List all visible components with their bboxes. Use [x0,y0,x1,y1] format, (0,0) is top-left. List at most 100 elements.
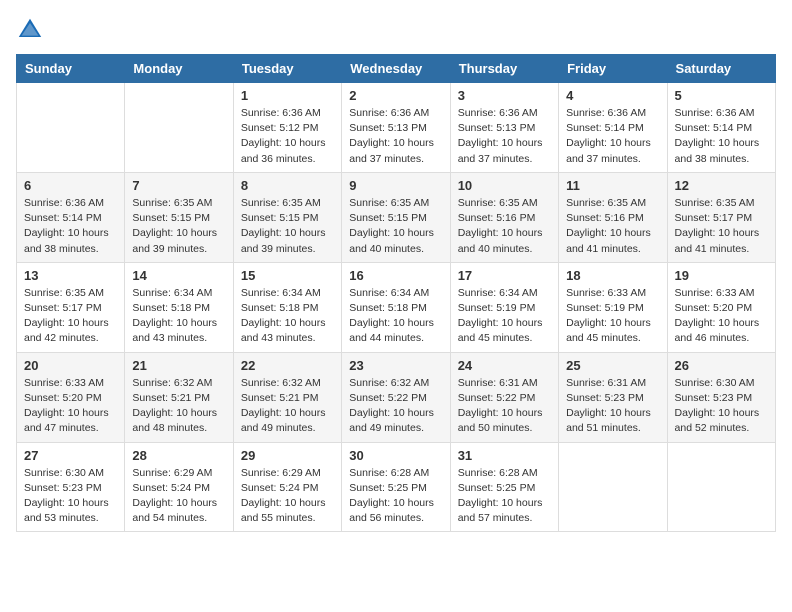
day-info: Sunrise: 6:32 AM Sunset: 5:22 PM Dayligh… [349,376,442,437]
calendar-week-row: 1 Sunrise: 6:36 AM Sunset: 5:12 PM Daylig… [17,83,776,173]
day-info: Sunrise: 6:36 AM Sunset: 5:14 PM Dayligh… [675,106,768,167]
day-number: 23 [349,358,442,373]
day-info: Sunrise: 6:32 AM Sunset: 5:21 PM Dayligh… [241,376,334,437]
calendar-cell: 21 Sunrise: 6:32 AM Sunset: 5:21 PM Dayli… [125,352,233,442]
day-number: 25 [566,358,659,373]
day-info: Sunrise: 6:36 AM Sunset: 5:14 PM Dayligh… [566,106,659,167]
day-info: Sunrise: 6:30 AM Sunset: 5:23 PM Dayligh… [24,466,117,527]
calendar-cell: 23 Sunrise: 6:32 AM Sunset: 5:22 PM Dayli… [342,352,450,442]
calendar-week-row: 27 Sunrise: 6:30 AM Sunset: 5:23 PM Dayli… [17,442,776,532]
weekday-header: Friday [559,55,667,83]
day-number: 6 [24,178,117,193]
calendar-cell: 5 Sunrise: 6:36 AM Sunset: 5:14 PM Daylig… [667,83,775,173]
calendar-header-row: SundayMondayTuesdayWednesdayThursdayFrid… [17,55,776,83]
day-number: 18 [566,268,659,283]
calendar-cell: 20 Sunrise: 6:33 AM Sunset: 5:20 PM Dayli… [17,352,125,442]
calendar-cell: 3 Sunrise: 6:36 AM Sunset: 5:13 PM Daylig… [450,83,558,173]
day-info: Sunrise: 6:36 AM Sunset: 5:13 PM Dayligh… [349,106,442,167]
day-number: 16 [349,268,442,283]
day-info: Sunrise: 6:33 AM Sunset: 5:20 PM Dayligh… [24,376,117,437]
day-number: 22 [241,358,334,373]
day-info: Sunrise: 6:35 AM Sunset: 5:16 PM Dayligh… [566,196,659,257]
day-info: Sunrise: 6:29 AM Sunset: 5:24 PM Dayligh… [132,466,225,527]
day-number: 5 [675,88,768,103]
calendar-cell: 15 Sunrise: 6:34 AM Sunset: 5:18 PM Dayli… [233,262,341,352]
calendar-cell: 4 Sunrise: 6:36 AM Sunset: 5:14 PM Daylig… [559,83,667,173]
logo [16,16,48,44]
day-info: Sunrise: 6:35 AM Sunset: 5:16 PM Dayligh… [458,196,551,257]
weekday-header: Tuesday [233,55,341,83]
calendar-cell: 17 Sunrise: 6:34 AM Sunset: 5:19 PM Dayli… [450,262,558,352]
day-info: Sunrise: 6:33 AM Sunset: 5:19 PM Dayligh… [566,286,659,347]
weekday-header: Wednesday [342,55,450,83]
day-info: Sunrise: 6:34 AM Sunset: 5:19 PM Dayligh… [458,286,551,347]
day-number: 11 [566,178,659,193]
day-info: Sunrise: 6:34 AM Sunset: 5:18 PM Dayligh… [241,286,334,347]
calendar-cell [125,83,233,173]
calendar-cell: 13 Sunrise: 6:35 AM Sunset: 5:17 PM Dayli… [17,262,125,352]
calendar-cell: 10 Sunrise: 6:35 AM Sunset: 5:16 PM Dayli… [450,172,558,262]
weekday-header: Sunday [17,55,125,83]
day-number: 17 [458,268,551,283]
calendar-cell: 24 Sunrise: 6:31 AM Sunset: 5:22 PM Dayli… [450,352,558,442]
day-number: 19 [675,268,768,283]
calendar-week-row: 6 Sunrise: 6:36 AM Sunset: 5:14 PM Daylig… [17,172,776,262]
page-header [16,16,776,44]
day-number: 31 [458,448,551,463]
day-number: 3 [458,88,551,103]
day-number: 8 [241,178,334,193]
calendar-cell: 25 Sunrise: 6:31 AM Sunset: 5:23 PM Dayli… [559,352,667,442]
day-info: Sunrise: 6:31 AM Sunset: 5:23 PM Dayligh… [566,376,659,437]
calendar-cell [17,83,125,173]
day-info: Sunrise: 6:36 AM Sunset: 5:12 PM Dayligh… [241,106,334,167]
day-number: 26 [675,358,768,373]
day-number: 28 [132,448,225,463]
calendar-cell: 19Sunrise: 6:33 AM Sunset: 5:20 PM Dayli… [667,262,775,352]
day-number: 10 [458,178,551,193]
day-info: Sunrise: 6:30 AM Sunset: 5:23 PM Dayligh… [675,376,768,437]
day-number: 4 [566,88,659,103]
day-number: 9 [349,178,442,193]
day-number: 20 [24,358,117,373]
day-number: 29 [241,448,334,463]
day-info: Sunrise: 6:35 AM Sunset: 5:17 PM Dayligh… [675,196,768,257]
day-info: Sunrise: 6:31 AM Sunset: 5:22 PM Dayligh… [458,376,551,437]
calendar-cell: 2 Sunrise: 6:36 AM Sunset: 5:13 PM Daylig… [342,83,450,173]
day-info: Sunrise: 6:35 AM Sunset: 5:15 PM Dayligh… [132,196,225,257]
day-info: Sunrise: 6:35 AM Sunset: 5:15 PM Dayligh… [241,196,334,257]
calendar-cell: 29 Sunrise: 6:29 AM Sunset: 5:24 PM Dayli… [233,442,341,532]
calendar-cell: 8 Sunrise: 6:35 AM Sunset: 5:15 PM Daylig… [233,172,341,262]
day-number: 30 [349,448,442,463]
calendar-cell: 14Sunrise: 6:34 AM Sunset: 5:18 PM Dayli… [125,262,233,352]
day-number: 2 [349,88,442,103]
day-info: Sunrise: 6:32 AM Sunset: 5:21 PM Dayligh… [132,376,225,437]
calendar-cell: 6 Sunrise: 6:36 AM Sunset: 5:14 PM Daylig… [17,172,125,262]
day-number: 24 [458,358,551,373]
calendar-week-row: 13 Sunrise: 6:35 AM Sunset: 5:17 PM Dayli… [17,262,776,352]
day-info: Sunrise: 6:28 AM Sunset: 5:25 PM Dayligh… [349,466,442,527]
calendar-cell: 26 Sunrise: 6:30 AM Sunset: 5:23 PM Dayli… [667,352,775,442]
day-info: Sunrise: 6:36 AM Sunset: 5:13 PM Dayligh… [458,106,551,167]
calendar-cell: 31 Sunrise: 6:28 AM Sunset: 5:25 PM Dayli… [450,442,558,532]
day-number: 1 [241,88,334,103]
calendar-cell: 18 Sunrise: 6:33 AM Sunset: 5:19 PM Dayli… [559,262,667,352]
calendar-cell: 1 Sunrise: 6:36 AM Sunset: 5:12 PM Daylig… [233,83,341,173]
calendar-cell: 28 Sunrise: 6:29 AM Sunset: 5:24 PM Dayli… [125,442,233,532]
day-number: 13 [24,268,117,283]
calendar-cell: 16Sunrise: 6:34 AM Sunset: 5:18 PM Dayli… [342,262,450,352]
calendar-cell [667,442,775,532]
logo-icon [16,16,44,44]
calendar-cell: 12Sunrise: 6:35 AM Sunset: 5:17 PM Dayli… [667,172,775,262]
weekday-header: Monday [125,55,233,83]
day-number: 14 [132,268,225,283]
calendar-cell: 7Sunrise: 6:35 AM Sunset: 5:15 PM Daylig… [125,172,233,262]
day-info: Sunrise: 6:36 AM Sunset: 5:14 PM Dayligh… [24,196,117,257]
day-info: Sunrise: 6:28 AM Sunset: 5:25 PM Dayligh… [458,466,551,527]
day-info: Sunrise: 6:29 AM Sunset: 5:24 PM Dayligh… [241,466,334,527]
day-number: 15 [241,268,334,283]
calendar-cell: 22 Sunrise: 6:32 AM Sunset: 5:21 PM Dayli… [233,352,341,442]
day-number: 27 [24,448,117,463]
day-number: 21 [132,358,225,373]
weekday-header: Saturday [667,55,775,83]
day-info: Sunrise: 6:35 AM Sunset: 5:17 PM Dayligh… [24,286,117,347]
